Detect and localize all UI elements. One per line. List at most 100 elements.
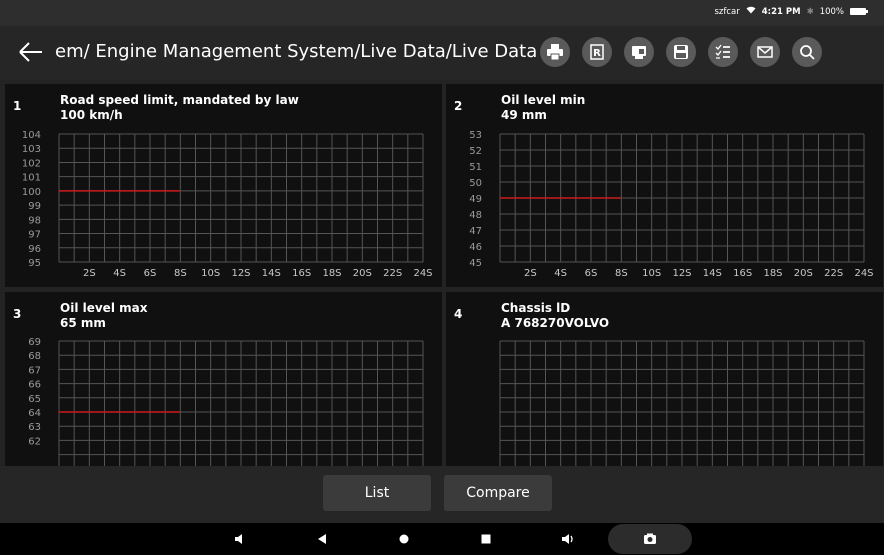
status-indicators: szfcar 4:21 PM ✱ 100%: [714, 6, 868, 17]
y-tick-label: 99: [28, 201, 41, 212]
clock: 4:21 PM: [761, 6, 801, 17]
y-tick-label: 52: [469, 146, 482, 157]
x-tick-label: 16S: [733, 268, 752, 279]
y-tick-label: 65: [28, 394, 41, 405]
home-circle-icon[interactable]: [396, 531, 412, 547]
battery-percent: 100%: [819, 6, 844, 17]
chart-grid: [58, 340, 424, 466]
x-tick-label: 20S: [794, 268, 813, 279]
live-data-grid: 1 Road speed limit, mandated by law 100 …: [0, 80, 884, 466]
y-tick-label: 68: [28, 351, 41, 362]
x-tick-label: 6S: [144, 268, 157, 279]
y-tick-label: 102: [22, 158, 41, 169]
x-tick-label: 8S: [174, 268, 187, 279]
x-tick-label: 18S: [763, 268, 782, 279]
record-button[interactable]: [624, 37, 654, 67]
x-tick-label: 10S: [642, 268, 661, 279]
chart-1: 104 103 102 101 100 99 98 97 96 95 2S 4S 6S 8S 10S 12S 1…: [22, 130, 433, 279]
recents-square-icon[interactable]: [478, 531, 494, 547]
y-tick-label: 45: [469, 258, 482, 269]
system-nav-bar: [0, 523, 884, 555]
x-tick-label: 24S: [413, 268, 432, 279]
header-bar: em/ Engine Management System/Live Data/L…: [0, 26, 884, 80]
report-icon: R: [590, 44, 604, 60]
volume-down-icon[interactable]: [232, 531, 248, 547]
chart-3: 69 68 67 66 65 64 63 62: [28, 337, 424, 466]
y-tick-label: 63: [28, 422, 41, 433]
compare-button[interactable]: Compare: [444, 475, 552, 511]
y-tick-label: 101: [22, 173, 41, 184]
list-button[interactable]: List: [323, 475, 431, 511]
data-panel-2[interactable]: 2 Oil level min 49 mm 53 52 51 50 49 48 47 46 45…: [446, 84, 883, 287]
back-arrow-icon[interactable]: [16, 37, 46, 67]
x-tick-label: 2S: [83, 268, 96, 279]
y-tick-label: 49: [469, 194, 482, 205]
chart-4: [499, 340, 865, 466]
x-tick-label: 8S: [615, 268, 628, 279]
x-tick-label: 14S: [703, 268, 722, 279]
x-tick-label: 10S: [201, 268, 220, 279]
search-button[interactable]: [792, 37, 822, 67]
save-button[interactable]: [666, 37, 696, 67]
y-tick-label: 100: [22, 187, 41, 198]
y-tick-label: 51: [469, 162, 482, 173]
x-tick-label: 20S: [353, 268, 372, 279]
y-tick-label: 50: [469, 178, 482, 189]
mail-icon: [757, 46, 773, 58]
x-tick-label: 16S: [292, 268, 311, 279]
report-button[interactable]: R: [582, 37, 612, 67]
status-bar: szfcar 4:21 PM ✱ 100%: [0, 0, 884, 26]
mail-button[interactable]: [750, 37, 780, 67]
chart-2: 53 52 51 50 49 48 47 46 45 2S 4S 6S 8S 10S 12S 14S 16S 18…: [469, 130, 873, 279]
screenshot-pill[interactable]: [608, 524, 692, 554]
y-tick-label: 104: [22, 130, 41, 141]
y-tick-label: 62: [28, 436, 41, 447]
page-title: em/ Engine Management System/Live Data/L…: [55, 41, 538, 62]
y-tick-label: 53: [469, 130, 482, 141]
print-button[interactable]: [540, 37, 570, 67]
y-tick-label: 67: [28, 365, 41, 376]
y-tick-label: 48: [469, 210, 482, 221]
checklist-button[interactable]: [708, 37, 738, 67]
x-tick-label: 18S: [322, 268, 341, 279]
data-panel-3[interactable]: 3 Oil level max 65 mm 69 68 67 66 65 64 63 62: [5, 292, 442, 466]
y-tick-label: 98: [28, 215, 41, 226]
x-tick-label: 14S: [262, 268, 281, 279]
data-panel-1[interactable]: 1 Road speed limit, mandated by law 100 …: [5, 84, 442, 287]
bottom-action-bar: List Compare: [0, 466, 884, 523]
chart-grid: [499, 340, 865, 466]
x-tick-label: 24S: [854, 268, 873, 279]
x-tick-label: 4S: [113, 268, 126, 279]
y-tick-label: 95: [28, 258, 41, 269]
bluetooth-icon: ✱: [806, 6, 814, 17]
x-tick-label: 12S: [231, 268, 250, 279]
toolbar: R: [540, 37, 822, 67]
x-tick-label: 22S: [824, 268, 843, 279]
y-tick-label: 96: [28, 244, 41, 255]
y-tick-label: 97: [28, 230, 41, 241]
back-triangle-icon[interactable]: [314, 531, 330, 547]
volume-up-icon[interactable]: [560, 531, 576, 547]
y-tick-label: 103: [22, 144, 41, 155]
y-tick-label: 66: [28, 380, 41, 391]
battery-icon: [850, 8, 868, 15]
wifi-icon: [746, 6, 756, 17]
search-icon: [800, 45, 815, 60]
y-tick-label: 47: [469, 226, 482, 237]
x-tick-label: 6S: [585, 268, 598, 279]
chart-grid: [58, 133, 424, 263]
y-tick-label: 64: [28, 408, 41, 419]
camera-icon: [644, 533, 656, 544]
save-icon: [674, 45, 688, 59]
x-tick-label: 12S: [672, 268, 691, 279]
checklist-icon: [715, 44, 730, 59]
x-tick-label: 22S: [383, 268, 402, 279]
record-icon: [632, 46, 646, 59]
y-tick-label: 69: [28, 337, 41, 348]
x-tick-label: 4S: [554, 268, 567, 279]
data-panel-4[interactable]: 4 Chassis lD A 768270VOLVO: [446, 292, 883, 466]
carrier-label: szfcar: [714, 6, 740, 17]
svg-text:R: R: [593, 48, 601, 59]
y-tick-label: 46: [469, 242, 482, 253]
printer-icon: [547, 44, 563, 61]
